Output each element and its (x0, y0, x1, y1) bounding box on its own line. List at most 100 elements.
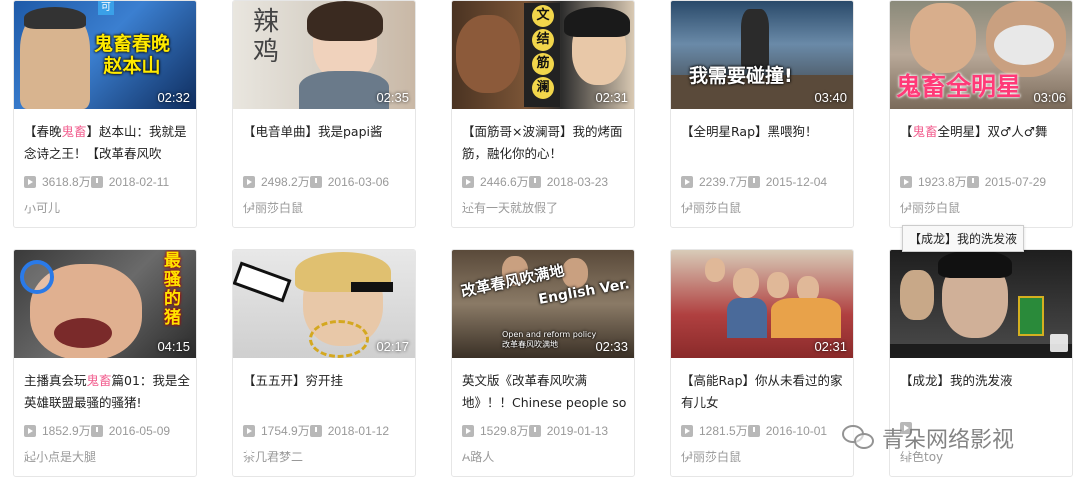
upload-date: 2016-03-06 (327, 174, 390, 189)
video-card[interactable]: 最骚的猪 04:15 主播真会玩鬼畜篇01：我是全英雄联盟最骚的骚猪! 1852… (13, 249, 197, 477)
video-thumbnail[interactable]: 鬼畜全明星 03:06 (890, 1, 1072, 109)
upload-date: 2018-02-11 (108, 174, 170, 189)
video-duration: 03:40 (814, 90, 847, 105)
video-title[interactable]: 主播真会玩鬼畜篇01：我是全英雄联盟最骚的骚猪! (24, 370, 190, 414)
view-count: 1754.9万 (261, 424, 310, 438)
clock-icon (747, 424, 760, 437)
sunglasses-icon (351, 282, 393, 292)
video-card[interactable]: 02:31 【高能Rap】你从未看过的家有儿女 1281.5万 2016-10-… (670, 249, 854, 477)
video-thumbnail[interactable] (890, 250, 1072, 358)
video-title[interactable]: 【成龙】我的洗发液 (900, 370, 1066, 414)
view-count: 1852.9万 (42, 424, 91, 438)
title-tooltip: 【成龙】我的洗发液 (902, 225, 1025, 252)
video-card[interactable]: 可 鬼畜春晚 赵本山 02:32 【春晚鬼畜】赵本山：我就是念诗之王！【改革春风吹… (13, 0, 197, 228)
thumbnail-caption: 鬼畜春晚 赵本山 (94, 33, 171, 77)
video-card[interactable]: 辣鸡 02:35 【电音单曲】我是papi酱 2498.2万 2016-03-0… (232, 0, 416, 228)
wechat-icon (842, 425, 876, 451)
video-title[interactable]: 【鬼畜全明星】双♂人♂舞 (900, 121, 1066, 165)
video-meta: 3618.8万 2018-02-11 (24, 173, 169, 190)
view-count: 1923.8万 (918, 175, 967, 189)
video-title[interactable]: 【五五开】穷开挂 (243, 370, 409, 414)
video-author[interactable]: 伊丽莎白鼠 (243, 199, 303, 216)
video-duration: 02:33 (595, 339, 628, 354)
watch-later-icon[interactable] (1050, 334, 1068, 352)
view-count: 2239.7万 (699, 175, 748, 189)
video-thumbnail[interactable]: 文 结 筋 澜 02:31 (452, 1, 634, 109)
video-thumbnail[interactable]: 最骚的猪 04:15 (14, 250, 196, 358)
play-count-icon (24, 424, 36, 437)
author-name[interactable]: 还有一天就放假了 (462, 199, 558, 216)
thumbnail-caption: 辣鸡 (253, 7, 280, 67)
video-meta: 2239.7万 2015-12-04 (681, 173, 827, 190)
video-title[interactable]: 【全明星Rap】黑喂狗！ (681, 121, 847, 165)
watermark-text: 青朵网络影视 (882, 428, 1015, 453)
view-count: 2498.2万 (261, 175, 310, 189)
upload-date: 2016-05-09 (108, 423, 171, 438)
gender-icon (20, 260, 54, 294)
video-duration: 02:32 (157, 90, 190, 105)
video-thumbnail[interactable]: 改革春风吹满地 English Ver. Open and reform pol… (452, 250, 634, 358)
video-duration: 03:06 (1033, 90, 1066, 105)
view-count: 3618.8万 (42, 175, 91, 189)
video-card[interactable]: 文 结 筋 澜 02:31 【面筋哥×波澜哥】我的烤面筋，融化你的心！ 2446… (451, 0, 635, 228)
view-count: 2446.6万 (480, 175, 529, 189)
play-count-icon (462, 175, 474, 188)
video-meta: 1923.8万 2015-07-29 (900, 173, 1046, 190)
video-meta: 1529.8万 2019-01-13 (462, 422, 608, 439)
video-duration: 02:31 (595, 90, 628, 105)
clock-icon (966, 175, 979, 188)
video-author[interactable]: 起小点是大腿 (24, 448, 96, 465)
author-name[interactable]: 伊丽莎白鼠 (243, 199, 303, 216)
video-duration: 04:15 (157, 339, 190, 354)
thumbnail-caption: 文 结 筋 澜 (532, 5, 554, 99)
author-name[interactable]: 伊丽莎白鼠 (681, 199, 741, 216)
video-title[interactable]: 【电音单曲】我是papi酱 (243, 121, 409, 165)
video-card[interactable]: 改革春风吹满地 English Ver. Open and reform pol… (451, 249, 635, 477)
play-count-icon (681, 175, 693, 188)
video-meta: 1281.5万 2016-10-01 (681, 422, 827, 439)
corner-badge: 可 (98, 1, 114, 15)
video-card[interactable]: 鬼畜全明星 03:06 【鬼畜全明星】双♂人♂舞 1923.8万 2015-07… (889, 0, 1073, 228)
video-author[interactable]: A路人 (462, 448, 494, 465)
video-title[interactable]: 【高能Rap】你从未看过的家有儿女 (681, 370, 847, 414)
author-name[interactable]: 伊丽莎白鼠 (681, 448, 741, 465)
thumbnail-caption: 鬼畜全明星 (896, 72, 1022, 101)
video-author[interactable]: 伊丽莎白鼠 (681, 199, 741, 216)
video-author[interactable]: 茶几君梦二 (243, 448, 303, 465)
clock-icon (747, 175, 760, 188)
video-author[interactable]: 小可儿 (24, 199, 60, 216)
video-thumbnail[interactable]: 02:31 (671, 250, 853, 358)
video-title[interactable]: 英文版《改革春风吹满地》！！Chinese people so (462, 370, 628, 414)
video-author[interactable]: 伊丽莎白鼠 (681, 448, 741, 465)
upload-date: 2019-01-13 (546, 423, 609, 438)
clock-icon (528, 175, 541, 188)
video-author[interactable]: 伊丽莎白鼠 (900, 199, 960, 216)
thumbnail-caption: 我需要碰撞! (689, 65, 793, 87)
video-title[interactable]: 【春晚鬼畜】赵本山：我就是念诗之王！【改革春风吹 (24, 121, 190, 165)
upload-date: 2018-03-23 (546, 174, 609, 189)
video-duration: 02:31 (814, 339, 847, 354)
author-name[interactable]: 伊丽莎白鼠 (900, 199, 960, 216)
author-name[interactable]: 茶几君梦二 (243, 448, 303, 465)
thumbnail-subcaption: Open and reform policy 改革春风吹满地 (502, 330, 597, 349)
upload-date: 2015-12-04 (765, 174, 828, 189)
play-count-icon (462, 424, 474, 437)
video-card[interactable]: 我需要碰撞! 03:40 【全明星Rap】黑喂狗！ 2239.7万 2015-1… (670, 0, 854, 228)
video-duration: 02:35 (376, 90, 409, 105)
chain-icon (309, 320, 369, 358)
video-thumbnail[interactable]: 可 鬼畜春晚 赵本山 02:32 (14, 1, 196, 109)
video-author[interactable]: 还有一天就放假了 (462, 199, 558, 216)
video-title[interactable]: 【面筋哥×波澜哥】我的烤面筋，融化你的心！ (462, 121, 628, 165)
video-thumbnail[interactable]: 我需要碰撞! 03:40 (671, 1, 853, 109)
clock-icon (528, 424, 541, 437)
author-name[interactable]: 起小点是大腿 (24, 448, 96, 465)
play-count-icon (900, 175, 912, 188)
upload-date: 2015-07-29 (984, 174, 1047, 189)
play-count-icon (24, 175, 36, 188)
video-meta: 1852.9万 2016-05-09 (24, 422, 170, 439)
upload-date: 2016-10-01 (765, 423, 828, 438)
video-card[interactable]: 02:17 【五五开】穷开挂 1754.9万 2018-01-12 茶几君梦二 (232, 249, 416, 477)
video-thumbnail[interactable]: 辣鸡 02:35 (233, 1, 415, 109)
video-thumbnail[interactable]: 02:17 (233, 250, 415, 358)
clock-icon (309, 175, 322, 188)
